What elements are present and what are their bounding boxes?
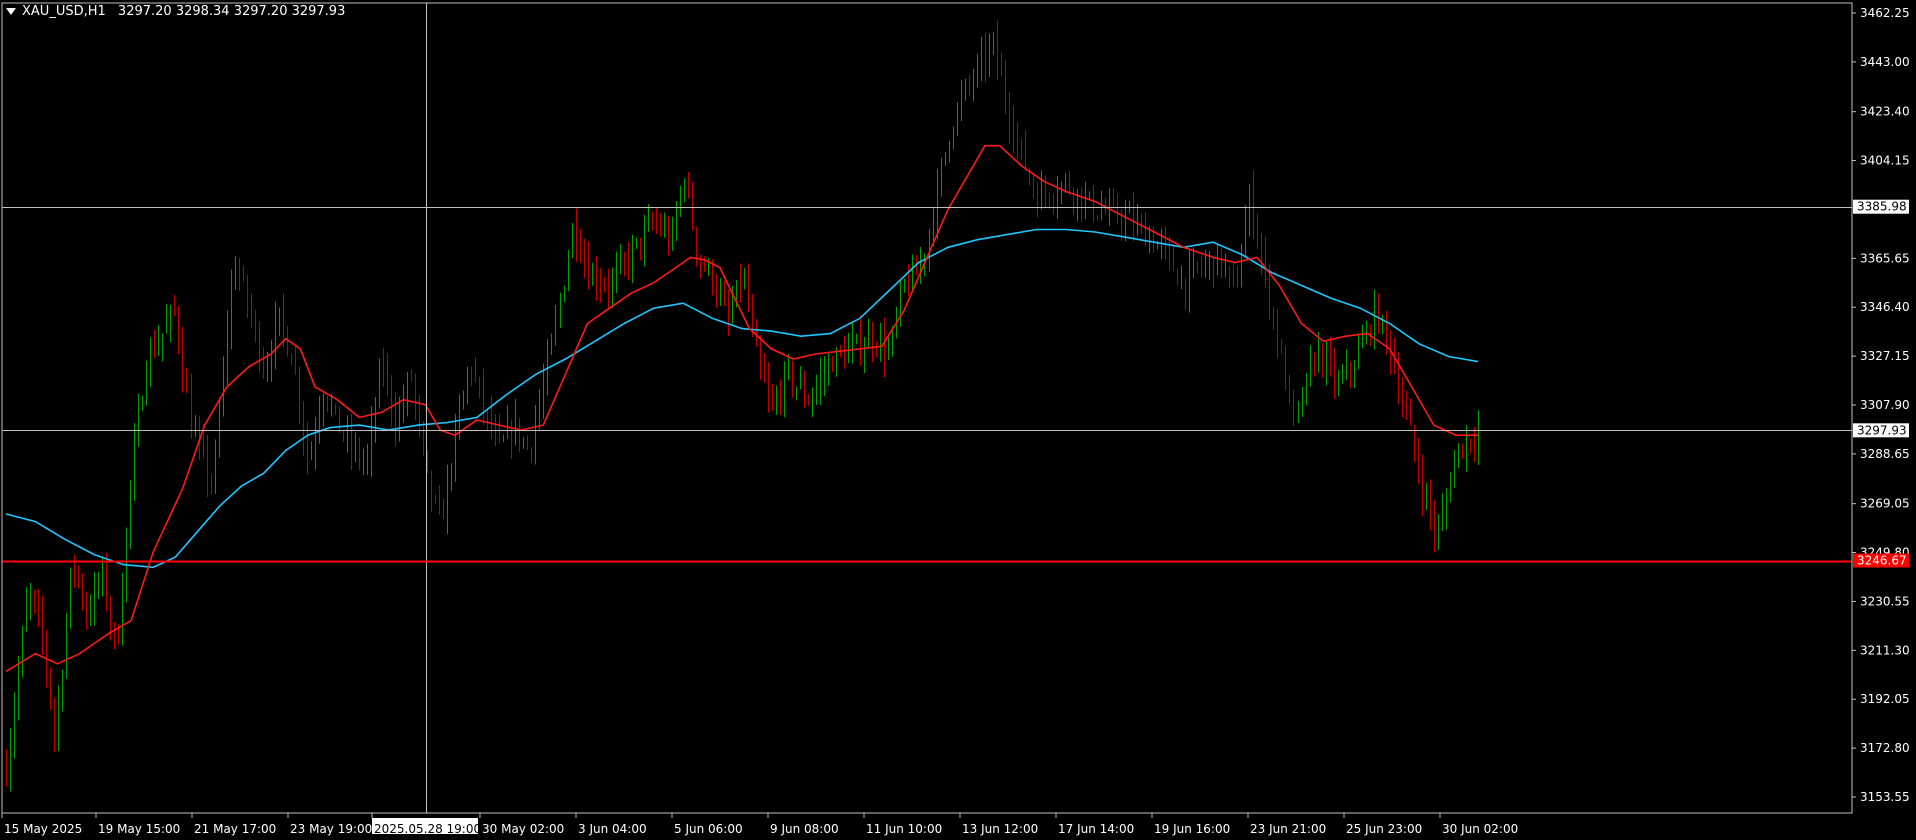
time-tick-label: 17 Jun 14:00 [1058,822,1134,836]
price-tick-label: 3346.40 [1860,300,1910,314]
chart-window[interactable]: 3462.25 3443.00 3423.40 3404.15 3365.65 3346.… [0,0,1916,840]
price-tick-label: 3230.55 [1860,594,1910,608]
price-tick-label: 3192.05 [1860,692,1910,706]
ohlc-values: 3297.20 3298.34 3297.20 3297.93 [117,4,346,19]
symbol-label: XAU_USD,H1 [22,4,106,19]
price-tick-label: 3327.15 [1860,349,1910,363]
time-tick-label: 19 May 15:00 [98,822,180,836]
price-tick-label: 3211.30 [1860,643,1910,657]
time-tick-label: 19 Jun 16:00 [1154,822,1230,836]
time-tick-label: 23 May 19:00 [290,822,372,836]
time-tick-label: 5 Jun 06:00 [674,822,743,836]
price-marker-label: 3297.93 [1857,423,1907,437]
price-marker-label: 3385.98 [1857,200,1907,214]
time-tick-label: 3 Jun 04:00 [578,822,647,836]
price-tick-label: 3404.15 [1860,154,1910,168]
price-tick-label: 3365.65 [1860,251,1910,265]
price-marker-label: 3246.67 [1857,554,1907,568]
time-tick-label: 15 May 2025 [4,822,82,836]
price-tick-label: 3269.05 [1860,497,1910,511]
time-tick-label: 21 May 17:00 [194,822,276,836]
time-tick-label: 23 Jun 21:00 [1250,822,1326,836]
symbol-header: XAU_USD,H1 3297.20 3298.34 3297.20 3297.… [6,4,345,19]
time-tick-label: 13 Jun 12:00 [962,822,1038,836]
time-tick-label: 11 Jun 10:00 [866,822,942,836]
price-tick-label: 3288.65 [1860,447,1910,461]
time-tick-label: 25 Jun 23:00 [1346,822,1422,836]
dropdown-triangle-icon[interactable] [6,8,16,15]
price-tick-label: 3462.25 [1860,6,1910,20]
time-tick-label: 30 Jun 02:00 [1442,822,1518,836]
price-chart[interactable]: 3462.25 3443.00 3423.40 3404.15 3365.65 3346.… [0,0,1916,840]
price-tick-label: 3172.80 [1860,741,1910,755]
crosshair-time-label: 2025.05.28 19:00 [374,822,481,836]
price-tick-label: 3423.40 [1860,105,1910,119]
price-tick-label: 3307.90 [1860,398,1910,412]
time-tick-label: 9 Jun 08:00 [770,822,839,836]
price-tick-label: 3443.00 [1860,55,1910,69]
time-tick-label: 30 May 02:00 [482,822,564,836]
price-tick-label: 3153.55 [1860,790,1910,804]
